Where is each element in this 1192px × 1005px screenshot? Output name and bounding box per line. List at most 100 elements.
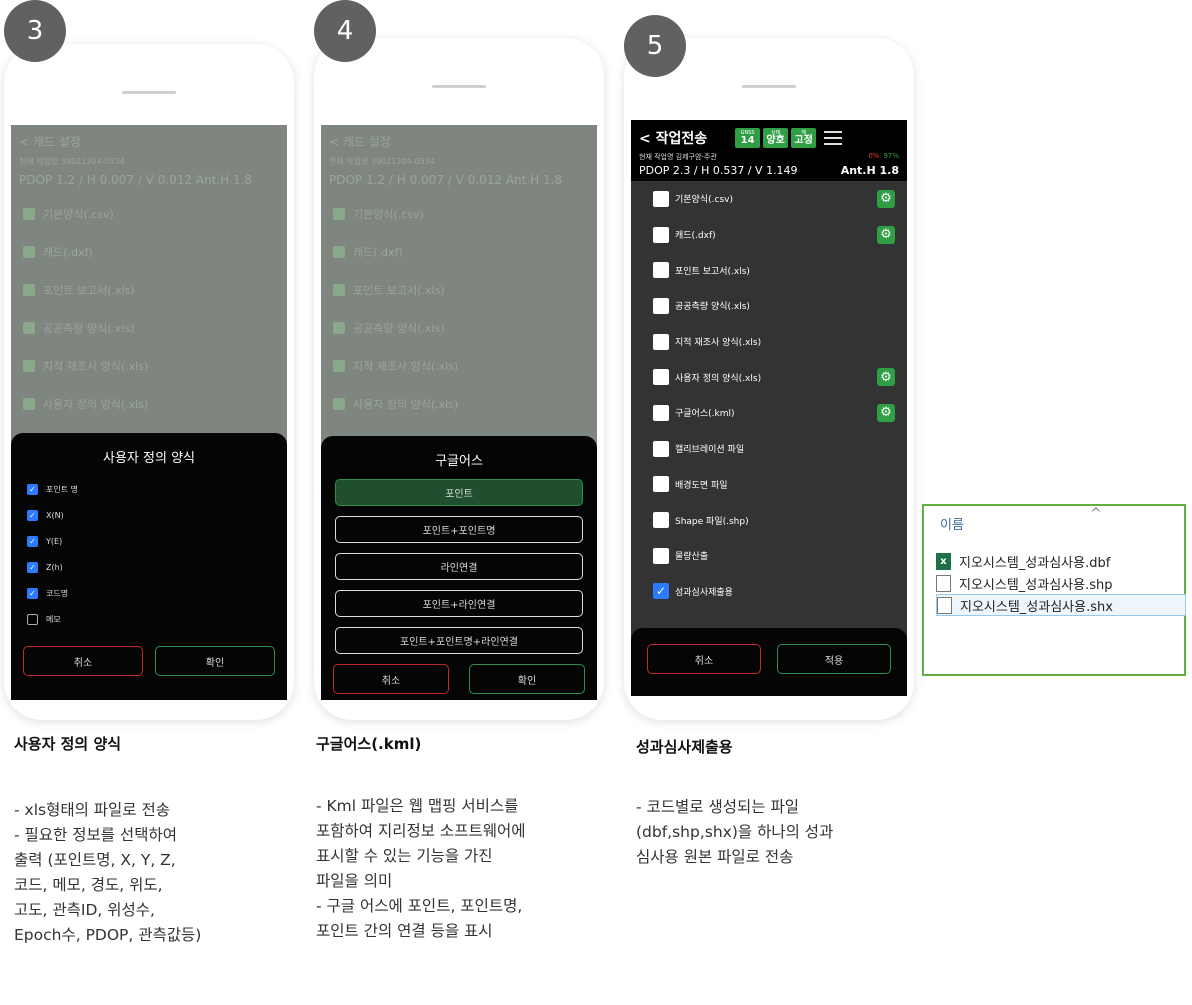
gear-icon[interactable]: ⚙ <box>877 225 895 244</box>
sort-caret-icon[interactable]: ^ <box>1090 506 1102 522</box>
dimmed-list-item: 기본양식(.csv) <box>11 195 287 233</box>
export-format-item[interactable]: 사용자 정의 양식(.xls) ⚙ <box>631 359 907 395</box>
export-format-item[interactable]: 포인트 보고서(.xls) <box>631 252 907 288</box>
checked-checkbox-icon[interactable]: ✓ <box>27 535 38 547</box>
dimmed-list-item: 사용자 정의 양식(.xls) <box>11 385 287 423</box>
dimmed-list-item: 공공측량 양식(.xls) <box>321 309 597 347</box>
menu-icon[interactable] <box>824 131 843 145</box>
pdop-readout: PDOP 2.3 / H 0.537 / V 1.149 <box>639 164 798 177</box>
unchecked-checkbox-icon[interactable] <box>653 440 669 457</box>
confirm-button[interactable]: 확인 <box>469 664 585 694</box>
field-option[interactable]: ✓ 코드명 <box>11 580 287 606</box>
app-header: < 캐드 설정 현재 작업명 39021204-0534 PDOP 1.2 / … <box>11 125 287 195</box>
field-option[interactable]: ✓ X(N) <box>11 502 287 528</box>
confirm-button[interactable]: 확인 <box>155 646 275 676</box>
checkbox-icon <box>23 284 35 296</box>
dimmed-list-label: 포인트 보고서(.xls) <box>353 284 445 297</box>
caption-step-3: 사용자 정의 양식 - xls형태의 파일로 전송 - 필요한 정보를 선택하여… <box>14 733 314 948</box>
export-format-label: Shape 파일(.shp) <box>675 516 749 527</box>
google-earth-sheet: 구글어스 포인트포인트+포인트명라인연결포인트+라인연결포인트+포인트명+라인연… <box>321 436 597 700</box>
name-column-header[interactable]: 이름 <box>940 514 964 533</box>
step-number-badge: 3 <box>4 0 66 62</box>
custom-format-sheet: 사용자 정의 양식 ✓ 포인트 명 ✓ X(N) ✓ Y(E) ✓ Z(h) ✓ 코드명 메모 취소… <box>11 433 287 700</box>
export-format-item[interactable]: 공공측량 양식(.xls) <box>631 288 907 324</box>
export-format-item[interactable]: 배경도면 파일 <box>631 467 907 503</box>
screen-title: < 캐드 설정 <box>19 135 81 149</box>
unchecked-checkbox-icon[interactable] <box>653 262 669 279</box>
file-row[interactable]: 지오시스템_성과심사용.shp <box>936 572 1186 594</box>
checked-checkbox-icon[interactable]: ✓ <box>27 561 38 573</box>
checked-checkbox-icon[interactable]: ✓ <box>653 583 669 600</box>
unchecked-checkbox-icon[interactable] <box>653 547 669 564</box>
caption-body: - xls형태의 파일로 전송 - 필요한 정보를 선택하여 출력 (포인트명,… <box>14 801 202 944</box>
unchecked-checkbox-icon[interactable] <box>653 226 669 243</box>
chip-value: 14 <box>740 134 755 146</box>
export-format-label: 캐드(.dxf) <box>675 231 716 242</box>
export-format-item[interactable]: 물량산출 <box>631 538 907 574</box>
export-format-label: 성과심사제출용 <box>675 587 733 598</box>
export-format-item[interactable]: 캘리브레이션 파일 <box>631 431 907 467</box>
export-format-item[interactable]: 구글어스(.kml) ⚙ <box>631 395 907 431</box>
phone-screen: < 작업전송 GNSS 14 상태 양호 해 고정 현재 작업명 김제구암-주관 0% 97… <box>631 120 907 696</box>
phone-speaker <box>122 91 176 94</box>
unchecked-checkbox-icon[interactable] <box>653 476 669 493</box>
field-option[interactable]: 메모 <box>11 606 287 632</box>
unchecked-checkbox-icon[interactable] <box>27 613 38 625</box>
checked-checkbox-icon[interactable]: ✓ <box>27 509 38 521</box>
dimmed-list-label: 사용자 정의 양식(.xls) <box>43 398 149 411</box>
field-option[interactable]: ✓ Y(E) <box>11 528 287 554</box>
export-format-item[interactable]: 기본양식(.csv) ⚙ <box>631 181 907 217</box>
gear-icon[interactable]: ⚙ <box>877 368 895 387</box>
step-number-badge: 4 <box>314 0 376 62</box>
field-option[interactable]: ✓ Z(h) <box>11 554 287 580</box>
job-name: 현재 작업명 39021204-0534 <box>329 157 435 166</box>
export-format-item[interactable]: 캐드(.dxf) ⚙ <box>631 217 907 253</box>
export-format-item[interactable]: Shape 파일(.shp) <box>631 502 907 538</box>
checkbox-icon <box>333 208 345 220</box>
export-format-item[interactable]: 지적 재조사 양식(.xls) <box>631 324 907 360</box>
field-option-label: X(N) <box>46 510 64 520</box>
unchecked-checkbox-icon[interactable] <box>653 404 669 421</box>
cancel-button[interactable]: 취소 <box>647 644 761 674</box>
checked-checkbox-icon[interactable]: ✓ <box>27 587 38 599</box>
cancel-button[interactable]: 취소 <box>23 646 143 676</box>
status-green-value: 97% <box>883 152 899 160</box>
export-format-list: 기본양식(.csv) ⚙ 캐드(.dxf) ⚙ 포인트 보고서(.xls) 공공측량 양식… <box>631 181 907 645</box>
job-name: 현재 작업명 39021204-0534 <box>19 157 125 166</box>
phone-screen: < 캐드 설정 현재 작업명 39021204-0534 PDOP 1.2 / … <box>321 125 597 700</box>
sheet-title: 구글어스 <box>435 454 483 469</box>
phone-frame: < 작업전송 GNSS 14 상태 양호 해 고정 현재 작업명 김제구암-주관 0% 97… <box>624 38 914 720</box>
kml-option-button[interactable]: 포인트+라인연결 <box>335 590 583 617</box>
checked-checkbox-icon[interactable]: ✓ <box>27 483 38 495</box>
checkbox-icon <box>23 360 35 372</box>
kml-option-button[interactable]: 포인트+포인트명 <box>335 516 583 543</box>
unchecked-checkbox-icon[interactable] <box>653 369 669 386</box>
file-row[interactable]: 지오시스템_성과심사용.shx <box>936 594 1186 616</box>
unchecked-checkbox-icon[interactable] <box>653 512 669 529</box>
export-format-label: 캘리브레이션 파일 <box>675 445 745 456</box>
export-format-item[interactable]: ✓ 성과심사제출용 <box>631 574 907 610</box>
screen-title[interactable]: < 작업전송 <box>639 128 707 148</box>
gear-icon[interactable]: ⚙ <box>877 403 895 422</box>
cancel-button[interactable]: 취소 <box>333 664 449 694</box>
chip-value: 고정 <box>794 134 813 146</box>
gear-icon[interactable]: ⚙ <box>877 189 895 208</box>
caption-step-4: 구글어스(.kml) - Kml 파일은 웹 맵핑 서비스를 포함하여 지리정보… <box>316 733 616 944</box>
pdop-readout: PDOP 1.2 / H 0.007 / V 0.012 Ant.H 1.8 <box>19 173 253 187</box>
unchecked-checkbox-icon[interactable] <box>653 297 669 314</box>
unchecked-checkbox-icon[interactable] <box>653 190 669 207</box>
unchecked-checkbox-icon[interactable] <box>653 333 669 350</box>
kml-option-button[interactable]: 포인트 <box>335 479 583 506</box>
step-3: 3 < 캐드 설정 현재 작업명 39021204-0534 PDOP 1.2 … <box>4 0 294 720</box>
app-header: < 작업전송 GNSS 14 상태 양호 해 고정 현재 작업명 김제구암-주관 0% 97… <box>631 120 907 181</box>
checkbox-icon <box>333 246 345 258</box>
kml-option-button[interactable]: 포인트+포인트명+라인연결 <box>335 627 583 654</box>
file-row[interactable]: x 지오시스템_성과심사용.dbf <box>936 550 1186 572</box>
export-format-label: 배경도면 파일 <box>675 480 728 491</box>
field-option[interactable]: ✓ 포인트 명 <box>11 476 287 502</box>
dimmed-list-item: 공공측량 양식(.xls) <box>11 309 287 347</box>
dimmed-list-label: 기본양식(.csv) <box>43 208 114 221</box>
apply-button[interactable]: 적용 <box>777 644 891 674</box>
status-red-value: 0% <box>868 152 880 160</box>
kml-option-button[interactable]: 라인연결 <box>335 553 583 580</box>
